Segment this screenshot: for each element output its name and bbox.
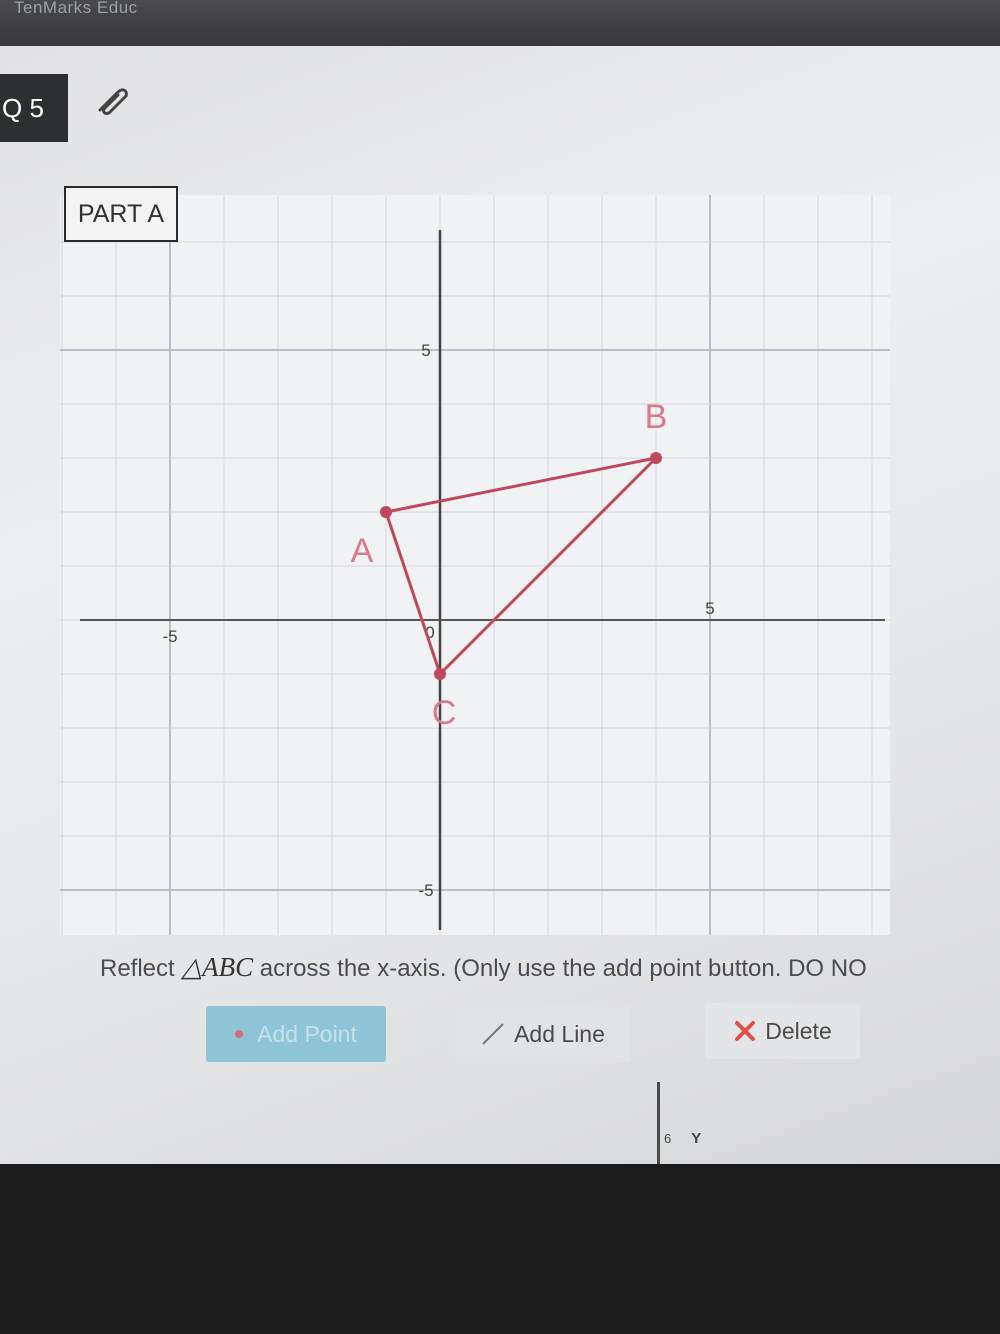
instruction-suffix: across the x-axis. (Only use the add poi… [253,955,867,982]
line-icon [482,1023,504,1045]
bottom-letter: Y [691,1130,702,1147]
y-tick-label: -5 [418,881,433,900]
bottom-info: 6Y [664,1130,701,1147]
point-icon [235,1030,244,1038]
grid-lines [60,195,890,935]
add-line-button[interactable]: Add Line [455,1006,630,1062]
vertex-label: C [432,694,457,732]
add-line-label: Add Line [514,1020,605,1047]
triangle-abc[interactable]: A B C [351,398,668,732]
instruction-text: Reflect △ABC across the x-axis. (Only us… [100,952,1000,983]
triangle-symbol: △ABC [181,952,254,982]
question-label: Q 5 [2,92,44,123]
vertex-point[interactable] [650,452,662,464]
part-label: PART A [64,186,178,242]
close-icon [735,1021,756,1041]
add-point-label: Add Point [257,1020,357,1047]
top-bar: TenMarks Educ [0,0,1000,46]
vertex-point[interactable] [380,506,392,518]
part-label-text: PART A [77,199,165,228]
delete-button[interactable]: Delete [705,1003,860,1059]
vertex-point[interactable] [434,668,446,680]
vertex-label: B [645,398,668,436]
x-tick-label: -5 [162,627,177,646]
question-badge: Q 5 [0,74,68,142]
coordinate-graph[interactable]: -5 5 5 -5 0 ABC [60,195,890,935]
x-tick-label: 5 [705,599,714,618]
app-title: TenMarks Educ [14,0,138,17]
add-point-button[interactable]: Add Point [206,1006,386,1062]
vertex-label: A [351,532,374,570]
paperclip-icon[interactable] [92,84,132,118]
bottom-num: 6 [664,1131,672,1146]
divider [657,1082,660,1164]
delete-label: Delete [765,1017,832,1044]
graph-canvas[interactable]: -555-50 ABC [60,195,890,935]
y-tick-label: 5 [421,341,430,360]
instruction-prefix: Reflect [100,955,182,982]
